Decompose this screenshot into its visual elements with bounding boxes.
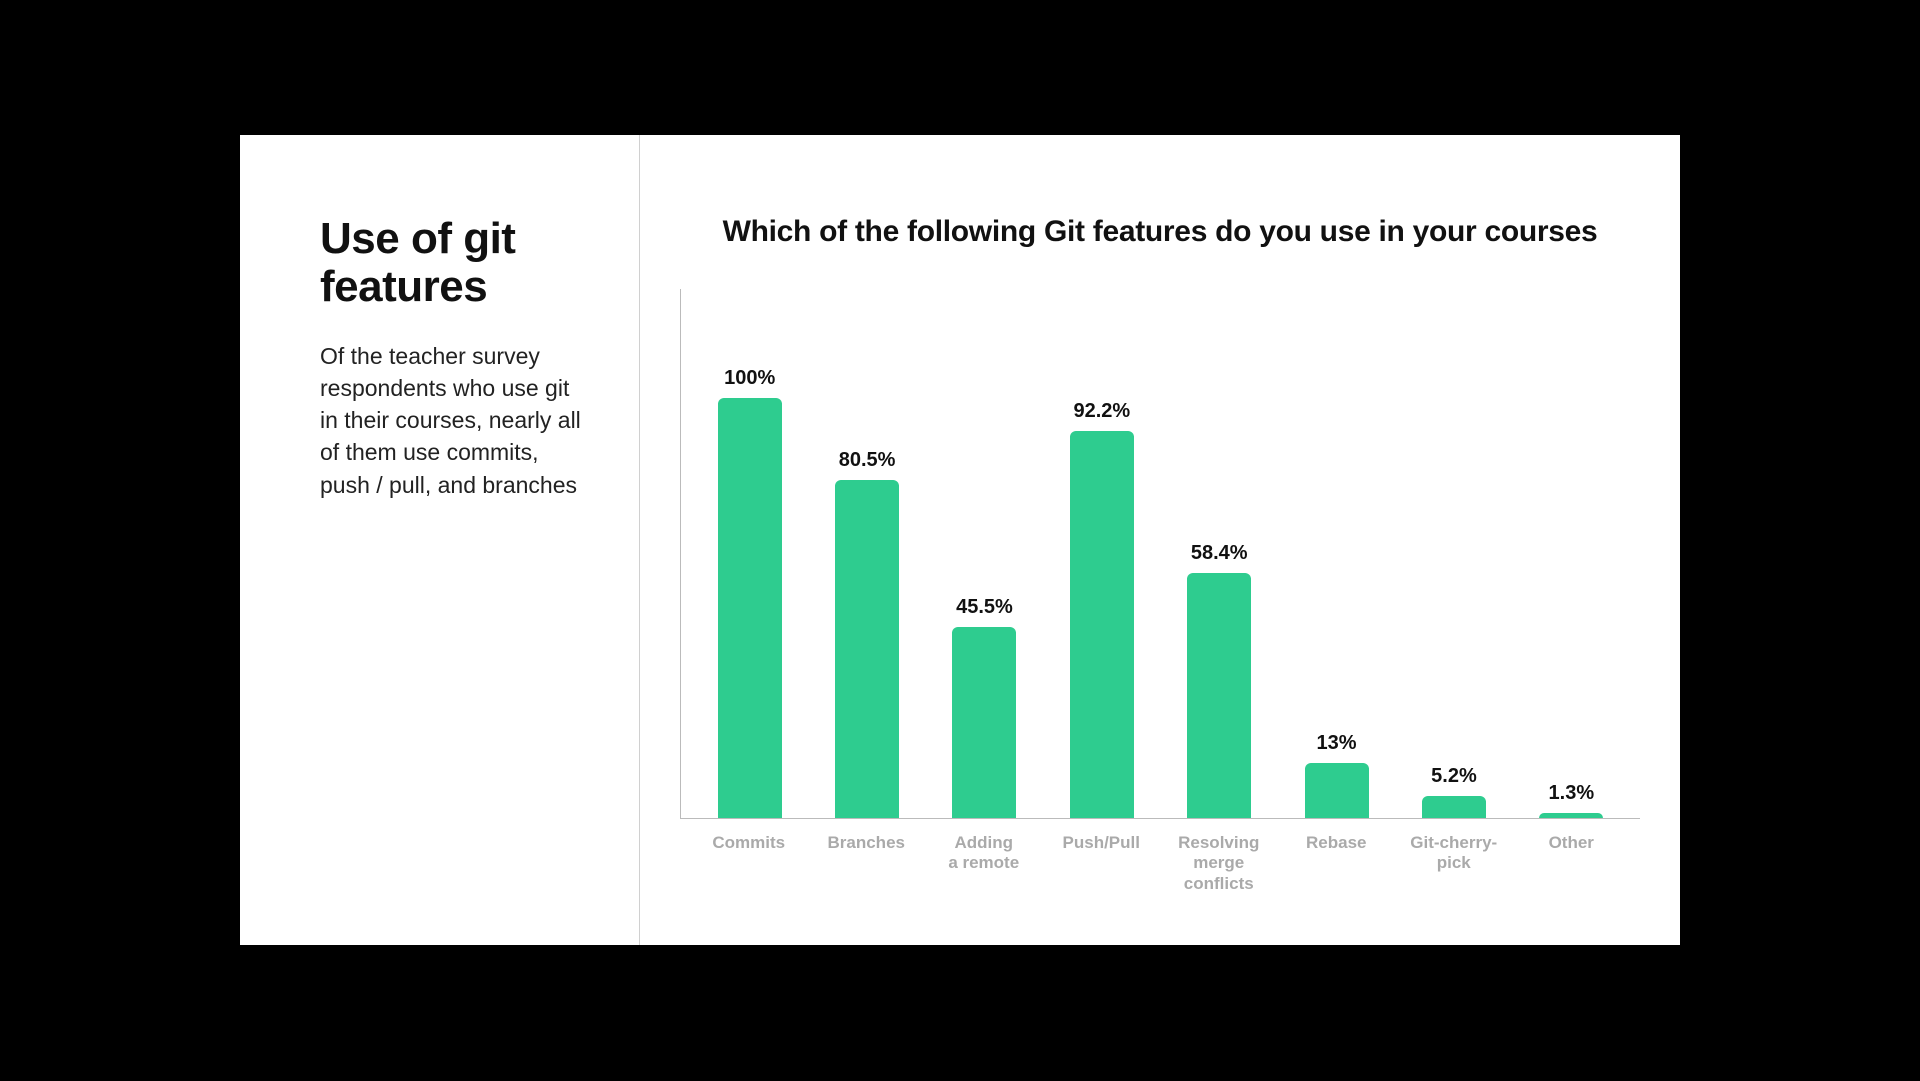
bar <box>952 627 1016 818</box>
chart-x-axis: CommitsBranchesAdding a remotePush/PullR… <box>680 833 1640 894</box>
left-title: Use of git features <box>320 215 589 312</box>
x-label: Resolving merge conflicts <box>1164 833 1274 894</box>
bar-group: 13% <box>1282 732 1392 818</box>
bar-group: 80.5% <box>812 449 922 818</box>
slide: Use of git features Of the teacher surve… <box>240 135 1680 945</box>
x-label: Adding a remote <box>929 833 1039 894</box>
bar-value-label: 5.2% <box>1431 765 1477 788</box>
bar-value-label: 45.5% <box>956 596 1013 619</box>
x-label: Rebase <box>1281 833 1391 894</box>
bar-value-label: 58.4% <box>1191 542 1248 565</box>
bar-group: 100% <box>695 367 805 818</box>
bar <box>1305 763 1369 818</box>
bar <box>1070 431 1134 818</box>
bar-value-label: 92.2% <box>1073 400 1130 423</box>
bar-group: 45.5% <box>929 596 1039 818</box>
bar <box>1187 573 1251 818</box>
bar-group: 58.4% <box>1164 542 1274 818</box>
x-label: Push/Pull <box>1046 833 1156 894</box>
bar-group: 1.3% <box>1516 782 1626 818</box>
chart-panel: Which of the following Git features do y… <box>640 135 1680 945</box>
bar <box>718 398 782 818</box>
bar-value-label: 100% <box>724 367 775 390</box>
x-label: Git-cherry-pick <box>1399 833 1509 894</box>
bar-value-label: 1.3% <box>1549 782 1595 805</box>
bar <box>835 480 899 818</box>
bar-group: 5.2% <box>1399 765 1509 818</box>
bar-group: 92.2% <box>1047 400 1157 818</box>
x-label: Other <box>1516 833 1626 894</box>
left-description: Of the teacher survey respondents who us… <box>320 340 589 501</box>
bar <box>1539 813 1603 818</box>
bar <box>1422 796 1486 818</box>
chart-area: 100% 80.5% 45.5% 92.2% 58.4% 13% 5.2% 1.3% <box>680 289 1640 819</box>
x-label: Branches <box>811 833 921 894</box>
x-label: Commits <box>694 833 804 894</box>
bar-value-label: 13% <box>1317 732 1357 755</box>
bar-value-label: 80.5% <box>839 449 896 472</box>
chart-title: Which of the following Git features do y… <box>670 215 1650 249</box>
left-panel: Use of git features Of the teacher surve… <box>240 135 640 945</box>
